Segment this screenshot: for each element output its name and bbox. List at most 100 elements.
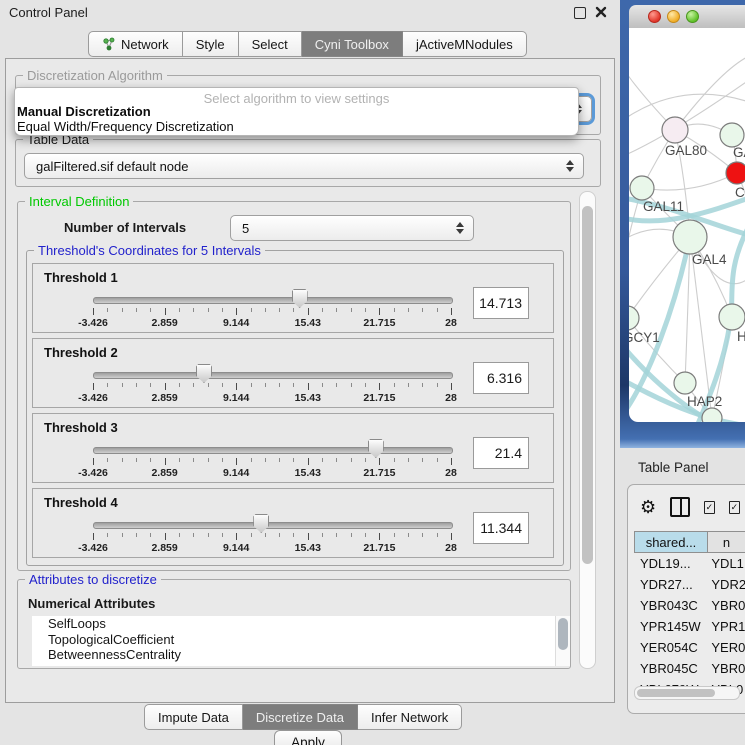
tab-discretize-data[interactable]: Discretize Data (243, 704, 358, 730)
combo-spinner-icon (561, 160, 579, 172)
table-cell[interactable]: YLR3 (707, 703, 745, 705)
table-cell[interactable]: YLR345W (634, 703, 707, 705)
scrollbar-thumb[interactable] (558, 618, 568, 650)
thresholds-container: Threshold 1-3.4262.8599.14415.4321.71528… (27, 263, 554, 563)
network-node-hap2[interactable] (674, 372, 696, 394)
tab-select[interactable]: Select (239, 31, 302, 57)
table-cell[interactable]: YER0 (707, 640, 745, 655)
network-node-h[interactable] (719, 304, 745, 330)
slider-track[interactable] (93, 372, 453, 379)
network-node-label: C (735, 185, 745, 200)
column-header-shared-[interactable]: shared... (634, 531, 708, 553)
tab-style[interactable]: Style (183, 31, 239, 57)
column-header-n[interactable]: n (708, 531, 745, 553)
tab-infer-network[interactable]: Infer Network (358, 704, 462, 730)
slider-track[interactable] (93, 297, 453, 304)
close-icon[interactable] (595, 6, 607, 18)
network-node[interactable] (702, 408, 722, 422)
num-intervals-combobox[interactable]: 5 (230, 215, 474, 241)
slider-track[interactable] (93, 447, 453, 454)
minimize-traffic-light-icon[interactable] (667, 10, 680, 23)
table-row[interactable]: YLR345WYLR3 (634, 700, 745, 705)
popup-option-equal-width-frequency-discretization[interactable]: Equal Width/Frequency Discretization (17, 119, 234, 134)
threshold-value-field[interactable]: 14.713 (473, 287, 529, 319)
table-row[interactable]: YER054CYER0 (634, 637, 745, 658)
table-cell[interactable]: YBR0 (707, 598, 745, 613)
attribute-item-selfloops[interactable]: SelfLoops (32, 616, 556, 632)
tab-cyni-toolbox[interactable]: Cyni Toolbox (302, 31, 403, 57)
tick-minor (351, 458, 352, 462)
panel-vertical-scrollbar[interactable] (579, 191, 596, 669)
slider-handle[interactable] (196, 364, 212, 383)
attributes-scrollbar[interactable] (555, 616, 570, 666)
table-row[interactable]: YBR045CYBR0 (634, 658, 745, 679)
tick-minor (322, 533, 323, 537)
tick-major (451, 383, 452, 390)
table-horizontal-scrollbar[interactable] (634, 686, 740, 700)
checkbox-checked-icon[interactable]: ✓ (729, 501, 740, 514)
tick-major (308, 308, 309, 315)
tick-minor (193, 533, 194, 537)
tick-label: 9.144 (223, 317, 249, 329)
attribute-item-betweennesscentrality[interactable]: BetweennessCentrality (32, 647, 556, 663)
threshold-value-field[interactable]: 11.344 (473, 512, 529, 544)
slider-track[interactable] (93, 522, 453, 529)
tick-minor (208, 383, 209, 387)
attribute-item-topologicalcoefficient[interactable]: TopologicalCoefficient (32, 632, 556, 648)
network-node-ga[interactable] (720, 123, 744, 147)
network-node-gcy1[interactable] (629, 306, 639, 330)
table-cell[interactable]: YBR045C (634, 661, 707, 676)
tick-label: 21.715 (363, 542, 395, 554)
table-cell[interactable]: YBR043C (634, 598, 707, 613)
network-node-label: GAL4 (692, 252, 727, 267)
slider-handle[interactable] (368, 439, 384, 458)
table-cell[interactable]: YDR27... (634, 577, 707, 592)
table-cell[interactable]: YPR1 (707, 619, 745, 634)
network-node-gal11[interactable] (630, 176, 654, 200)
popup-option-manual-discretization[interactable]: Manual Discretization (17, 104, 151, 119)
group-title: Attributes to discretize (25, 572, 161, 587)
table-row[interactable]: YBR043CYBR0 (634, 595, 745, 616)
table-data-combobox[interactable]: galFiltered.sif default node (24, 153, 584, 179)
table-row[interactable]: YDR27...YDR2 (634, 574, 745, 595)
tick-minor (322, 458, 323, 462)
attributes-group: Attributes to discretize Numerical Attri… (17, 579, 571, 669)
tick-label: 21.715 (363, 317, 395, 329)
table-cell[interactable]: YBR0 (707, 661, 745, 676)
table-body: YDL19...YDL1YDR27...YDR2YBR043CYBR0YPR14… (634, 553, 745, 705)
checkbox-checked-icon[interactable]: ✓ (704, 501, 715, 514)
network-node-gal80[interactable] (662, 117, 688, 143)
table-row[interactable]: YDL19...YDL1 (634, 553, 745, 574)
tab-jactivemnodules[interactable]: jActiveMNodules (403, 31, 527, 57)
network-icon (102, 37, 116, 51)
network-view-window[interactable]: GAL80GACGAL11GAL4GCY1HHAP2 (620, 0, 745, 448)
tick-minor (437, 308, 438, 312)
apply-button[interactable]: Apply (274, 730, 342, 745)
scrollbar-thumb[interactable] (582, 206, 593, 564)
slider-handle[interactable] (292, 289, 308, 308)
network-window-titlebar[interactable] (629, 5, 745, 29)
network-node-label: GAL80 (665, 143, 707, 158)
network-node-c[interactable] (726, 162, 745, 184)
numerical-attributes-list[interactable]: SelfLoopsTopologicalCoefficientBetweenne… (32, 616, 556, 666)
network-node-gal4[interactable] (673, 220, 707, 254)
table-cell[interactable]: YDL1 (707, 556, 745, 571)
tab-network[interactable]: Network (88, 31, 183, 57)
slider-handle[interactable] (253, 514, 269, 533)
table-cell[interactable]: YDL19... (634, 556, 707, 571)
columns-icon[interactable] (670, 497, 690, 517)
table-row[interactable]: YPR145WYPR1 (634, 616, 745, 637)
scrollbar-thumb[interactable] (637, 689, 715, 697)
tab-impute-data[interactable]: Impute Data (144, 704, 243, 730)
threshold-value-field[interactable]: 6.316 (473, 362, 529, 394)
gear-icon[interactable]: ⚙ (640, 498, 656, 516)
zoom-traffic-light-icon[interactable] (686, 10, 699, 23)
table-cell[interactable]: YER054C (634, 640, 707, 655)
threshold-value-field[interactable]: 21.4 (473, 437, 529, 469)
table-cell[interactable]: YPR145W (634, 619, 707, 634)
tick-minor (293, 533, 294, 537)
table-cell[interactable]: YDR2 (707, 577, 745, 592)
close-traffic-light-icon[interactable] (648, 10, 661, 23)
network-canvas[interactable]: GAL80GACGAL11GAL4GCY1HHAP2 (629, 28, 745, 422)
float-window-icon[interactable] (574, 7, 586, 19)
